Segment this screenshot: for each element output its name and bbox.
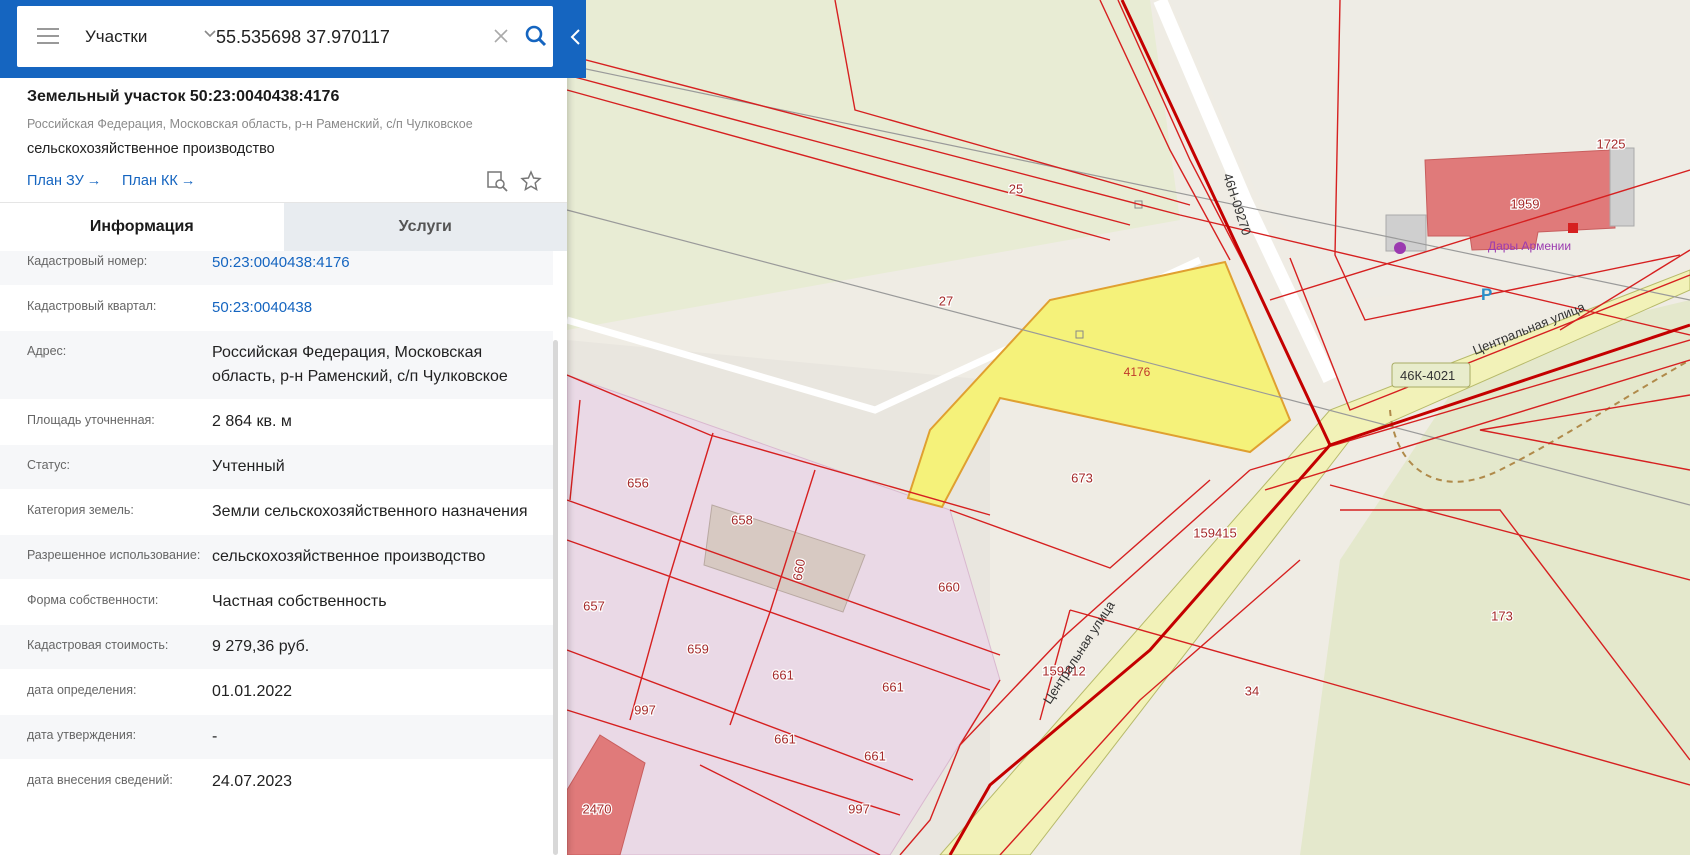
info-row: дата утверждения: - [0,715,553,760]
info-panel: Участки Земельный участок 50:23:0040438:… [0,0,586,855]
layer-select-value: Участки [85,27,148,46]
info-row: Категория земель: Земли сельскохозяйствен… [0,490,553,535]
parcel-address: Российская Федерация, Московская область… [27,117,473,131]
info-row-key: Статус: [27,458,70,472]
info-row: Кадастровый квартал: 50:23:0040438 [0,286,553,331]
map-label-673: 673 [1071,470,1093,485]
map-label-658: 658 [731,512,753,527]
map-label-661-a: 661 [772,667,794,682]
parcel-use: сельскохозяйственное производство [27,141,275,157]
info-row-value: 24.07.2023 [212,773,293,790]
info-row: Разрешенное использование: сельскохозяйст… [0,535,553,580]
tab-info[interactable]: Информация [0,203,284,251]
info-row-key: Форма собственности: [27,593,159,607]
info-row-value: 01.01.2022 [212,683,293,700]
building-small [1385,214,1427,252]
parking-icon[interactable]: P [1481,285,1492,304]
info-row-key: Адрес: [27,344,67,358]
plan-zu-label: План ЗУ [27,173,84,189]
menu-icon[interactable] [37,28,59,44]
map-label-656: 656 [627,475,649,490]
scrollbar[interactable] [553,340,558,855]
road-46k-label: 46К-4021 [1400,368,1455,383]
info-row-key: Разрешенное использование: [27,548,201,562]
map-label-159415: 159415 [1193,525,1236,540]
map-label-27: 27 [939,293,953,308]
map-label-34: 34 [1245,683,1259,698]
info-row-value: Частная собственность [212,593,387,610]
info-row-value: сельскохозяйственное производство [212,548,486,565]
info-row-link[interactable]: 50:23:0040438 [212,286,532,330]
map-label-4176: 4176 [1124,365,1151,379]
search-input[interactable] [216,24,476,50]
info-row-key: Кадастровый номер: [27,254,148,268]
plan-kk-link[interactable]: План КК → [122,173,195,189]
map-label-661-b: 661 [882,679,904,694]
info-row-key: Категория земель: [27,503,134,517]
map-label-659: 659 [687,641,709,656]
collapse-panel-icon[interactable] [566,22,586,52]
tab-services[interactable]: Услуги [283,203,567,251]
poi-shop-icon[interactable] [1568,223,1578,233]
info-row-key: Кадастровый квартал: [27,299,157,313]
info-row-link[interactable]: 50:23:0040438:4176 [212,251,532,285]
map-label-661-d: 661 [864,748,886,763]
map-label-997-a: 997 [634,702,656,717]
poi-label: Дары Армении [1488,239,1571,253]
info-row: Статус: Учтенный [0,445,553,490]
poi-apple-icon[interactable] [1394,242,1406,254]
info-row-value: Земли сельскохозяйственного назначения [212,503,528,520]
star-icon[interactable] [520,170,542,192]
layer-select[interactable]: Участки [85,24,217,50]
clear-icon[interactable] [489,24,513,48]
arrow-right-icon: → [180,173,196,189]
plan-zu-link[interactable]: План ЗУ → [27,173,101,189]
info-row: Кадастровая стоимость: 9 279,36 руб. [0,625,553,670]
info-row: дата внесения сведений: 24.07.2023 [0,760,553,805]
info-row-value: 2 864 кв. м [212,413,292,430]
parcel-card-header: Земельный участок 50:23:0040438:4176 Рос… [0,78,567,203]
map-label-25: 25 [1009,181,1023,196]
info-row: дата определения: 01.01.2022 [0,670,553,715]
map-label-173: 173 [1491,608,1513,623]
chevron-down-icon [203,26,217,45]
info-row-value: 9 279,36 руб. [212,638,310,655]
tabs: Информация Услуги [0,203,567,251]
info-row: Площадь уточненная: 2 864 кв. м [0,400,553,445]
info-row-key: дата внесения сведений: [27,773,173,787]
info-row-key: Площадь уточненная: [27,413,155,427]
info-row-key: дата утверждения: [27,728,137,742]
plan-kk-label: План КК [122,173,178,189]
map-label-660: 660 [938,579,960,594]
info-row-key: Кадастровая стоимость: [27,638,169,652]
info-row-value: Российская Федерация, Московская область… [212,344,508,385]
info-row-value: Учтенный [212,458,285,475]
info-row: Форма собственности: Частная собственност… [0,580,553,625]
building-1725[interactable] [1609,147,1635,227]
map-label-1959: 1959 [1511,196,1540,211]
info-row-value: - [212,728,218,745]
map-label-661-c: 661 [774,731,796,746]
parcel-title: Земельный участок 50:23:0040438:4176 [27,88,340,105]
search-icon[interactable] [522,22,550,50]
search-bar: Участки [0,0,586,78]
arrow-right-icon: → [86,173,102,189]
info-row-key: дата определения: [27,683,137,697]
map-label-657: 657 [583,598,605,613]
info-row: Адрес: Российская Федерация, Московская о… [0,331,553,400]
map-label-1725: 1725 [1597,136,1626,151]
find-on-map-icon[interactable] [486,170,508,192]
info-table: Кадастровый номер: 50:23:0040438:4176 Када… [0,251,553,855]
map-label-2470: 2470 [583,801,612,816]
info-row: Кадастровый номер: 50:23:0040438:4176 [0,251,553,286]
search-box: Участки [17,6,553,67]
map-label-997-b: 997 [848,801,870,816]
